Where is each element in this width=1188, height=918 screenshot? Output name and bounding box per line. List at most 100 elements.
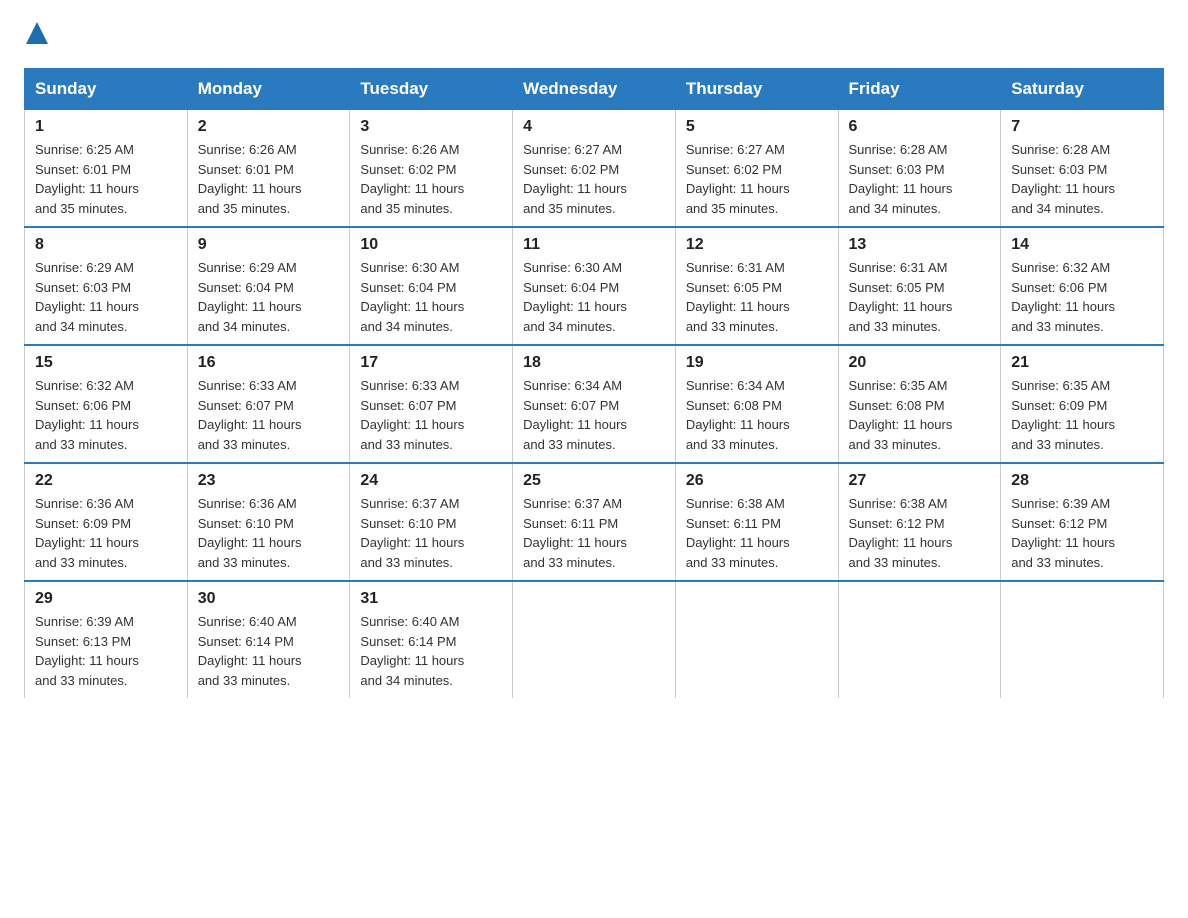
calendar-cell: 18 Sunrise: 6:34 AMSunset: 6:07 PMDayligh… xyxy=(513,345,676,463)
calendar-cell: 30 Sunrise: 6:40 AMSunset: 6:14 PMDayligh… xyxy=(187,581,350,698)
day-info: Sunrise: 6:31 AMSunset: 6:05 PMDaylight:… xyxy=(849,258,991,336)
day-header-thursday: Thursday xyxy=(675,69,838,110)
page-header xyxy=(24,24,1164,48)
day-info: Sunrise: 6:39 AMSunset: 6:12 PMDaylight:… xyxy=(1011,494,1153,572)
day-info: Sunrise: 6:32 AMSunset: 6:06 PMDaylight:… xyxy=(35,376,177,454)
day-info: Sunrise: 6:39 AMSunset: 6:13 PMDaylight:… xyxy=(35,612,177,690)
day-number: 8 xyxy=(35,236,177,254)
calendar-cell: 11 Sunrise: 6:30 AMSunset: 6:04 PMDayligh… xyxy=(513,227,676,345)
day-info: Sunrise: 6:40 AMSunset: 6:14 PMDaylight:… xyxy=(360,612,502,690)
day-number: 13 xyxy=(849,236,991,254)
day-number: 31 xyxy=(360,590,502,608)
day-number: 12 xyxy=(686,236,828,254)
day-header-wednesday: Wednesday xyxy=(513,69,676,110)
day-info: Sunrise: 6:40 AMSunset: 6:14 PMDaylight:… xyxy=(198,612,340,690)
calendar-cell: 24 Sunrise: 6:37 AMSunset: 6:10 PMDayligh… xyxy=(350,463,513,581)
day-number: 14 xyxy=(1011,236,1153,254)
day-number: 3 xyxy=(360,118,502,136)
day-info: Sunrise: 6:25 AMSunset: 6:01 PMDaylight:… xyxy=(35,140,177,218)
day-info: Sunrise: 6:36 AMSunset: 6:09 PMDaylight:… xyxy=(35,494,177,572)
calendar-cell xyxy=(838,581,1001,698)
calendar-cell: 13 Sunrise: 6:31 AMSunset: 6:05 PMDayligh… xyxy=(838,227,1001,345)
calendar-cell: 7 Sunrise: 6:28 AMSunset: 6:03 PMDaylight… xyxy=(1001,110,1164,228)
calendar-cell xyxy=(1001,581,1164,698)
calendar-cell: 4 Sunrise: 6:27 AMSunset: 6:02 PMDaylight… xyxy=(513,110,676,228)
day-number: 9 xyxy=(198,236,340,254)
day-header-saturday: Saturday xyxy=(1001,69,1164,110)
day-info: Sunrise: 6:30 AMSunset: 6:04 PMDaylight:… xyxy=(360,258,502,336)
day-info: Sunrise: 6:33 AMSunset: 6:07 PMDaylight:… xyxy=(198,376,340,454)
calendar-cell: 22 Sunrise: 6:36 AMSunset: 6:09 PMDayligh… xyxy=(25,463,188,581)
day-number: 16 xyxy=(198,354,340,372)
day-info: Sunrise: 6:28 AMSunset: 6:03 PMDaylight:… xyxy=(1011,140,1153,218)
day-info: Sunrise: 6:26 AMSunset: 6:01 PMDaylight:… xyxy=(198,140,340,218)
day-number: 7 xyxy=(1011,118,1153,136)
day-info: Sunrise: 6:27 AMSunset: 6:02 PMDaylight:… xyxy=(686,140,828,218)
calendar-week-row: 8 Sunrise: 6:29 AMSunset: 6:03 PMDaylight… xyxy=(25,227,1164,345)
calendar-cell: 17 Sunrise: 6:33 AMSunset: 6:07 PMDayligh… xyxy=(350,345,513,463)
day-number: 20 xyxy=(849,354,991,372)
calendar-week-row: 29Sunrise: 6:39 AMSunset: 6:13 PMDayligh… xyxy=(25,581,1164,698)
calendar-cell: 10 Sunrise: 6:30 AMSunset: 6:04 PMDayligh… xyxy=(350,227,513,345)
day-number: 1 xyxy=(35,118,177,136)
calendar-cell: 31 Sunrise: 6:40 AMSunset: 6:14 PMDayligh… xyxy=(350,581,513,698)
calendar-cell xyxy=(513,581,676,698)
calendar-cell: 26 Sunrise: 6:38 AMSunset: 6:11 PMDayligh… xyxy=(675,463,838,581)
calendar-cell: 8 Sunrise: 6:29 AMSunset: 6:03 PMDaylight… xyxy=(25,227,188,345)
day-info: Sunrise: 6:31 AMSunset: 6:05 PMDaylight:… xyxy=(686,258,828,336)
day-header-friday: Friday xyxy=(838,69,1001,110)
day-info: Sunrise: 6:29 AMSunset: 6:04 PMDaylight:… xyxy=(198,258,340,336)
day-number: 2 xyxy=(198,118,340,136)
day-info: Sunrise: 6:30 AMSunset: 6:04 PMDaylight:… xyxy=(523,258,665,336)
day-number: 15 xyxy=(35,354,177,372)
day-info: Sunrise: 6:35 AMSunset: 6:08 PMDaylight:… xyxy=(849,376,991,454)
day-number: 24 xyxy=(360,472,502,490)
calendar-cell: 29Sunrise: 6:39 AMSunset: 6:13 PMDayligh… xyxy=(25,581,188,698)
day-number: 21 xyxy=(1011,354,1153,372)
calendar-cell: 15 Sunrise: 6:32 AMSunset: 6:06 PMDayligh… xyxy=(25,345,188,463)
calendar-cell: 27Sunrise: 6:38 AMSunset: 6:12 PMDayligh… xyxy=(838,463,1001,581)
calendar-header-row: SundayMondayTuesdayWednesdayThursdayFrid… xyxy=(25,69,1164,110)
day-number: 22 xyxy=(35,472,177,490)
calendar-cell: 1 Sunrise: 6:25 AMSunset: 6:01 PMDaylight… xyxy=(25,110,188,228)
calendar-cell: 19 Sunrise: 6:34 AMSunset: 6:08 PMDayligh… xyxy=(675,345,838,463)
calendar-cell: 5Sunrise: 6:27 AMSunset: 6:02 PMDaylight… xyxy=(675,110,838,228)
day-number: 30 xyxy=(198,590,340,608)
day-number: 17 xyxy=(360,354,502,372)
day-number: 18 xyxy=(523,354,665,372)
day-number: 19 xyxy=(686,354,828,372)
calendar-cell: 9 Sunrise: 6:29 AMSunset: 6:04 PMDaylight… xyxy=(187,227,350,345)
day-info: Sunrise: 6:37 AMSunset: 6:10 PMDaylight:… xyxy=(360,494,502,572)
day-info: Sunrise: 6:33 AMSunset: 6:07 PMDaylight:… xyxy=(360,376,502,454)
day-number: 28 xyxy=(1011,472,1153,490)
calendar-cell: 12 Sunrise: 6:31 AMSunset: 6:05 PMDayligh… xyxy=(675,227,838,345)
day-number: 26 xyxy=(686,472,828,490)
day-info: Sunrise: 6:37 AMSunset: 6:11 PMDaylight:… xyxy=(523,494,665,572)
day-number: 11 xyxy=(523,236,665,254)
day-number: 10 xyxy=(360,236,502,254)
day-number: 23 xyxy=(198,472,340,490)
calendar-cell: 28 Sunrise: 6:39 AMSunset: 6:12 PMDayligh… xyxy=(1001,463,1164,581)
calendar-cell: 16 Sunrise: 6:33 AMSunset: 6:07 PMDayligh… xyxy=(187,345,350,463)
calendar-table: SundayMondayTuesdayWednesdayThursdayFrid… xyxy=(24,68,1164,698)
day-header-monday: Monday xyxy=(187,69,350,110)
day-info: Sunrise: 6:27 AMSunset: 6:02 PMDaylight:… xyxy=(523,140,665,218)
calendar-week-row: 22 Sunrise: 6:36 AMSunset: 6:09 PMDayligh… xyxy=(25,463,1164,581)
calendar-cell: 23 Sunrise: 6:36 AMSunset: 6:10 PMDayligh… xyxy=(187,463,350,581)
day-header-tuesday: Tuesday xyxy=(350,69,513,110)
day-info: Sunrise: 6:34 AMSunset: 6:07 PMDaylight:… xyxy=(523,376,665,454)
day-number: 4 xyxy=(523,118,665,136)
calendar-cell: 14Sunrise: 6:32 AMSunset: 6:06 PMDayligh… xyxy=(1001,227,1164,345)
day-info: Sunrise: 6:29 AMSunset: 6:03 PMDaylight:… xyxy=(35,258,177,336)
calendar-week-row: 15 Sunrise: 6:32 AMSunset: 6:06 PMDayligh… xyxy=(25,345,1164,463)
calendar-cell: 21Sunrise: 6:35 AMSunset: 6:09 PMDayligh… xyxy=(1001,345,1164,463)
day-info: Sunrise: 6:38 AMSunset: 6:11 PMDaylight:… xyxy=(686,494,828,572)
day-info: Sunrise: 6:34 AMSunset: 6:08 PMDaylight:… xyxy=(686,376,828,454)
day-header-sunday: Sunday xyxy=(25,69,188,110)
calendar-cell: 20 Sunrise: 6:35 AMSunset: 6:08 PMDayligh… xyxy=(838,345,1001,463)
calendar-cell: 2 Sunrise: 6:26 AMSunset: 6:01 PMDaylight… xyxy=(187,110,350,228)
day-info: Sunrise: 6:38 AMSunset: 6:12 PMDaylight:… xyxy=(849,494,991,572)
calendar-cell xyxy=(675,581,838,698)
calendar-cell: 25Sunrise: 6:37 AMSunset: 6:11 PMDayligh… xyxy=(513,463,676,581)
day-info: Sunrise: 6:36 AMSunset: 6:10 PMDaylight:… xyxy=(198,494,340,572)
